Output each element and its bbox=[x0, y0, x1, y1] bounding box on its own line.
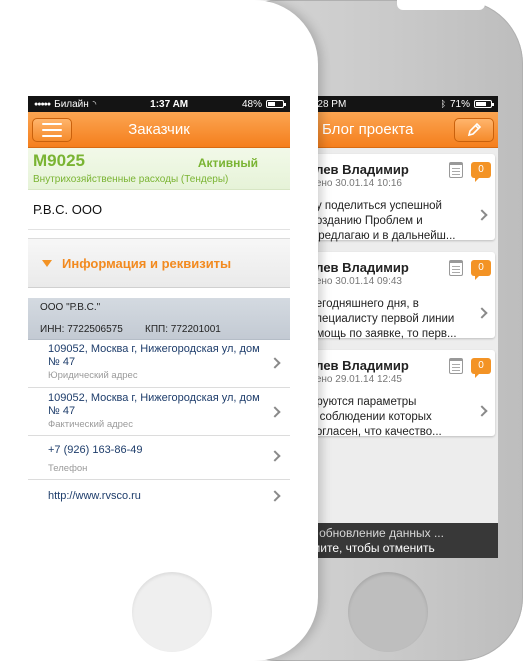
post-excerpt-line: Предлагаю и в дальнейш... bbox=[310, 230, 456, 242]
front-phone-home-button[interactable] bbox=[132, 572, 212, 652]
post-excerpt-line: специалисту первой линии bbox=[310, 313, 455, 325]
customer-subtitle: Внутрихозяйственные расходы (Тендеры) bbox=[33, 174, 229, 185]
actual-address-value: 109052, Москва г, Нижегородская ул, дом … bbox=[48, 392, 266, 418]
customer-header-card: M9025 Активный Внутрихозяйственные расхо… bbox=[28, 148, 290, 190]
company-name: Р.В.С. ООО bbox=[28, 190, 290, 230]
customer-code: M9025 bbox=[33, 151, 85, 170]
calendar-icon bbox=[449, 162, 463, 178]
bluetooth-icon: ᛒ bbox=[440, 99, 446, 109]
customer-title: Заказчик bbox=[128, 121, 190, 138]
post-author: алев Владимир bbox=[308, 162, 409, 177]
battery-icon bbox=[265, 100, 286, 108]
actual-address-row[interactable]: 109052, Москва г, Нижегородская ул, дом … bbox=[28, 388, 290, 436]
actual-address-label: Фактический адрес bbox=[48, 419, 133, 430]
customer-status-time: 1:37 AM bbox=[150, 98, 189, 110]
post-excerpt: ируются параметры и соблюдении которых с… bbox=[310, 395, 478, 440]
organization-name: ООО "Р.В.С." bbox=[40, 302, 101, 313]
chevron-right-icon bbox=[269, 406, 281, 418]
blog-battery-text: 71% bbox=[449, 98, 470, 110]
post-author: алев Владимир bbox=[308, 358, 409, 373]
post-excerpt: сегодняшнего дня, в специалисту первой л… bbox=[310, 297, 478, 342]
legal-address-label: Юридический адрес bbox=[48, 370, 138, 381]
customer-nav-bar: Заказчик bbox=[28, 112, 290, 148]
post-excerpt-line: омощь по заявке, то перв... bbox=[310, 328, 457, 340]
address-line: 109052, Москва г, Нижегородская ул, дом bbox=[48, 392, 260, 404]
signal-icon: ●●●●● bbox=[34, 100, 51, 108]
inn-value: ИНН: 7722506575 bbox=[40, 324, 123, 335]
blog-status-bar: ◝ 10:28 PM ᛒ 71% bbox=[290, 96, 498, 112]
comment-icon: 0 bbox=[471, 260, 491, 280]
post-excerpt-line: и соблюдении которых bbox=[310, 411, 432, 423]
post-excerpt: чу поделиться успешной созданию Проблем … bbox=[310, 199, 478, 244]
menu-button[interactable] bbox=[32, 118, 72, 142]
blog-nav-bar: Блог проекта bbox=[290, 112, 498, 148]
post-excerpt-line: согласен, что качество... bbox=[310, 426, 442, 438]
chevron-right-icon bbox=[269, 450, 281, 462]
chevron-right-icon bbox=[476, 405, 488, 417]
back-phone-home-button[interactable] bbox=[348, 572, 428, 652]
customer-battery-text: 48% bbox=[241, 98, 262, 110]
requisites-block: ООО "Р.В.С." ИНН: 7722506575 КПП: 772201… bbox=[28, 298, 290, 340]
refresh-toast[interactable]: ет обновление данных ... жмите, чтобы от… bbox=[290, 523, 498, 558]
wifi-icon: ◝ bbox=[92, 98, 97, 109]
blog-title: Блог проекта bbox=[322, 121, 414, 138]
info-section-toggle[interactable]: Информация и реквизиты bbox=[28, 238, 290, 288]
status-badge: Активный bbox=[197, 156, 258, 170]
toast-message: ет обновление данных ... bbox=[304, 526, 444, 540]
customer-status-bar: ●●●●● Билайн ◝ 1:37 AM 48% bbox=[28, 96, 290, 112]
website-row[interactable]: http://www.rvsco.ru bbox=[28, 480, 290, 514]
legal-address-row[interactable]: 109052, Москва г, Нижегородская ул, дом … bbox=[28, 340, 290, 388]
post-excerpt-line: созданию Проблем и bbox=[310, 215, 423, 227]
battery-icon bbox=[474, 100, 494, 108]
customer-screen: ●●●●● Билайн ◝ 1:37 AM 48% Заказчик M902… bbox=[28, 96, 290, 558]
comment-icon: 0 bbox=[471, 358, 491, 378]
comment-icon: 0 bbox=[471, 162, 491, 182]
chevron-right-icon bbox=[476, 209, 488, 221]
info-section-title: Информация и реквизиты bbox=[62, 255, 232, 271]
blog-post-card[interactable]: алев Владимир лено 30.01.14 10:16 0 чу п… bbox=[290, 154, 495, 242]
blog-post-card[interactable]: алев Владимир лено 29.01.14 12:45 0 ирую… bbox=[290, 350, 495, 438]
post-author: алев Владимир bbox=[308, 260, 409, 275]
post-date: лено 29.01.14 12:45 bbox=[310, 374, 402, 385]
legal-address-value: 109052, Москва г, Нижегородская ул, дом … bbox=[48, 343, 266, 369]
phone-row[interactable]: +7 (926) 163-86-49 Телефон bbox=[28, 436, 290, 480]
customer-battery-fill bbox=[267, 102, 275, 106]
post-date: лено 30.01.14 10:16 bbox=[310, 178, 402, 189]
website-link[interactable]: http://www.rvsco.ru bbox=[48, 490, 266, 503]
edit-icon bbox=[467, 122, 482, 137]
calendar-icon bbox=[449, 358, 463, 374]
edit-button[interactable] bbox=[454, 118, 494, 142]
blog-screen: ◝ 10:28 PM ᛒ 71% Блог проекта алев Влади… bbox=[290, 96, 498, 558]
calendar-icon bbox=[449, 260, 463, 276]
menu-icon bbox=[42, 123, 62, 137]
post-date: лено 30.01.14 09:43 bbox=[310, 276, 402, 287]
kpp-value: КПП: 772201001 bbox=[145, 324, 221, 335]
address-line: 109052, Москва г, Нижегородская ул, дом bbox=[48, 343, 260, 355]
address-line: № 47 bbox=[48, 356, 76, 368]
address-line: № 47 bbox=[48, 405, 76, 417]
chevron-right-icon bbox=[269, 490, 281, 502]
post-excerpt-line: ируются параметры bbox=[310, 396, 417, 408]
toast-cancel-hint: жмите, чтобы отменить bbox=[304, 541, 435, 555]
chevron-right-icon bbox=[269, 357, 281, 369]
post-excerpt-line: чу поделиться успешной bbox=[310, 200, 442, 212]
chevron-right-icon bbox=[476, 307, 488, 319]
post-excerpt-line: сегодняшнего дня, в bbox=[310, 298, 419, 310]
phone-label: Телефон bbox=[48, 463, 88, 474]
blog-post-card[interactable]: алев Владимир лено 30.01.14 09:43 0 сего… bbox=[290, 252, 495, 340]
phone-value: +7 (926) 163-86-49 bbox=[48, 444, 143, 456]
blog-battery-fill bbox=[476, 102, 486, 106]
expand-triangle-icon bbox=[42, 259, 52, 267]
phone-notch bbox=[397, 0, 485, 10]
carrier-name: Билайн bbox=[54, 98, 89, 110]
